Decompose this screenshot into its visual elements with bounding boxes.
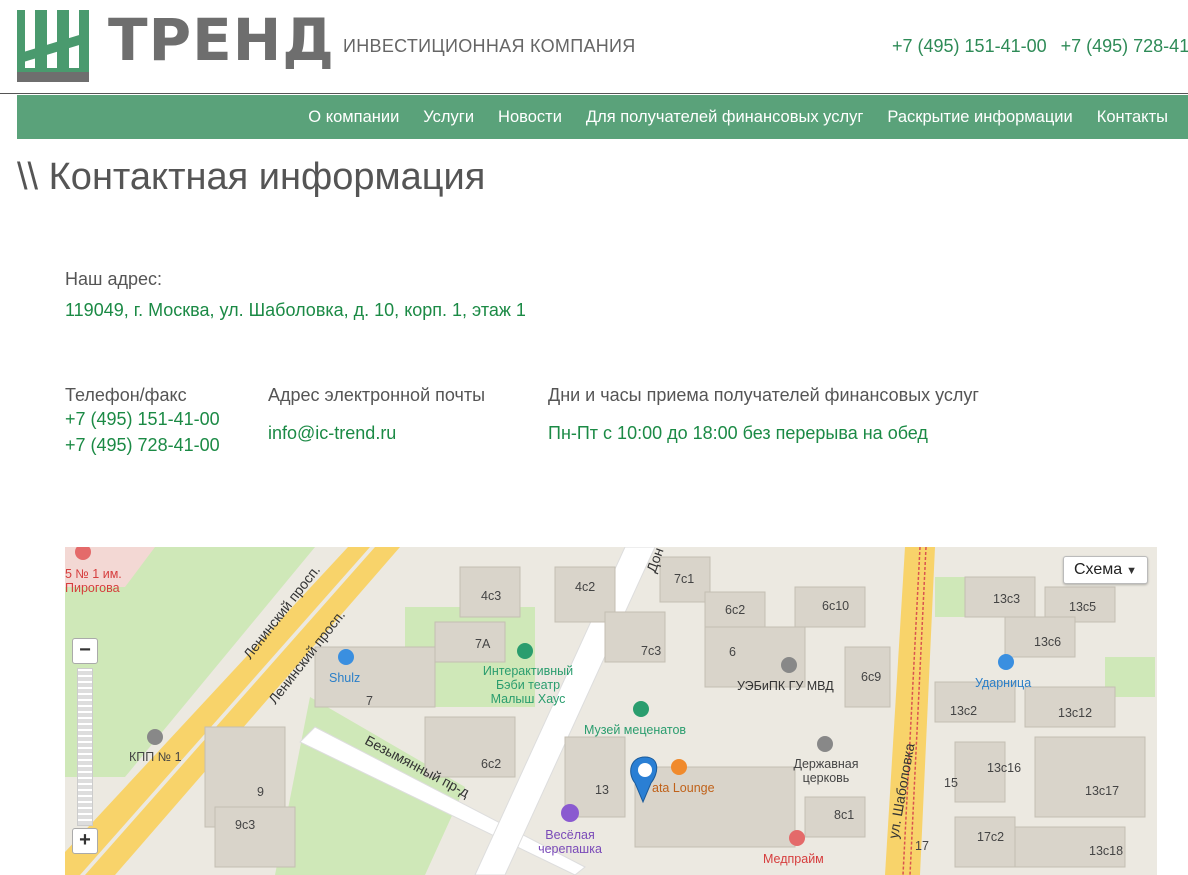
brand-tagline: ИНВЕСТИЦИОННАЯ КОМПАНИЯ [343, 36, 636, 56]
map-type-label: Схема [1073, 561, 1123, 578]
zoom-slider-track[interactable] [77, 668, 93, 826]
poi-kpp[interactable]: КПП № 1 [129, 750, 182, 764]
site-header: ТРЕНД ИНВЕСТИЦИОННАЯ КОМПАНИЯ +7 (495) 1… [0, 0, 1188, 94]
building-label: 13с12 [1058, 706, 1093, 720]
building-label: 7с3 [641, 644, 662, 658]
zoom-in-button[interactable]: + [72, 828, 98, 854]
address-label: Наш адрес: [65, 269, 162, 289]
nav-item-clients[interactable]: Для получателей финансовых услуг [586, 108, 863, 127]
poi-pirogova[interactable]: 5 № 1 им. Пирогова [65, 567, 135, 595]
address-value: 119049, г. Москва, ул. Шаболовка, д. 10,… [65, 300, 526, 320]
poi-museum[interactable]: Музей меценатов [584, 723, 686, 737]
building-label: 6с2 [481, 757, 502, 771]
poi-turtle[interactable]: Весёлая черепашка [527, 828, 613, 856]
poi-baby-teatr[interactable]: Интерактивный Бэби театр Малыш Хаус [473, 664, 583, 706]
nav-item-news[interactable]: Новости [498, 108, 562, 127]
page-title: \\ Контактная информация [17, 156, 486, 198]
nav-item-disclosure[interactable]: Раскрытие информации [887, 108, 1072, 127]
building-label: 6с10 [822, 599, 850, 613]
building-label: 13с5 [1069, 600, 1097, 614]
main-nav: О компании Услуги Новости Для получателе… [17, 95, 1188, 139]
building-label: 4с3 [481, 589, 502, 603]
building-label: 13с2 [950, 704, 978, 718]
building-label: 4с2 [575, 580, 596, 594]
hours-label: Дни и часы приема получателей финансовых… [548, 385, 979, 405]
poi-udarnica[interactable]: Ударница [975, 676, 1031, 690]
building-label: 6с2 [725, 603, 746, 617]
caret-down-icon: ▼ [1126, 565, 1137, 577]
brand-name[interactable]: ТРЕНД [108, 4, 335, 76]
poi-church[interactable]: Державная церковь [785, 757, 867, 785]
building-label: 7А [475, 637, 491, 651]
building-label: 13с17 [1085, 784, 1120, 798]
building-label: 7 [366, 694, 373, 708]
poi-medprime[interactable]: Медпрайм [763, 852, 824, 866]
building-label: 9с3 [235, 818, 256, 832]
zoom-out-button[interactable]: − [72, 638, 98, 664]
hours-value: Пн-Пт с 10:00 до 18:00 без перерыва на о… [548, 423, 928, 443]
header-phones: +7 (495) 151-41-00 +7 (495) 728-41-00 [892, 36, 1188, 57]
header-phone-1[interactable]: +7 (495) 151-41-00 [892, 36, 1047, 56]
trend-logo-icon[interactable] [17, 10, 89, 82]
building-label: 8с1 [834, 808, 855, 822]
email-link[interactable]: info@ic-trend.ru [268, 423, 396, 444]
building-label: 17с2 [977, 830, 1005, 844]
map-zoom-control: − + [72, 638, 98, 856]
phone-label: Телефон/факс [65, 385, 187, 405]
poi-lounge[interactable]: ata Lounge [652, 781, 715, 795]
header-phone-2[interactable]: +7 (495) 728-41-00 [1061, 36, 1188, 56]
poi-shulz[interactable]: Shulz [329, 671, 360, 685]
building-label: 13с16 [987, 761, 1022, 775]
building-label: 13 [595, 783, 609, 797]
building-label: 9 [257, 785, 264, 799]
phone-value-2[interactable]: +7 (495) 728-41-00 [65, 435, 220, 456]
map-type-selector[interactable]: Схема ▼ [1062, 556, 1148, 584]
building-label: 13с18 [1089, 844, 1124, 858]
nav-item-contacts[interactable]: Контакты [1097, 108, 1168, 127]
nav-item-services[interactable]: Услуги [423, 108, 474, 127]
building-label: 13с6 [1034, 635, 1062, 649]
poi-uebipk[interactable]: УЭБиПК ГУ МВД [737, 679, 834, 693]
building-label: 17 [915, 839, 929, 853]
email-label: Адрес электронной почты [268, 385, 486, 405]
building-label: 7с1 [674, 572, 695, 586]
building-label: 6с9 [861, 670, 882, 684]
building-label: 6 [729, 645, 736, 659]
nav-item-about[interactable]: О компании [308, 108, 399, 127]
building-label: 13с3 [993, 592, 1021, 606]
phone-value-1[interactable]: +7 (495) 151-41-00 [65, 409, 220, 430]
building-label: 15 [944, 776, 958, 790]
location-map[interactable]: Ленинский просп. Ленинский просп. Безымя… [65, 547, 1157, 875]
